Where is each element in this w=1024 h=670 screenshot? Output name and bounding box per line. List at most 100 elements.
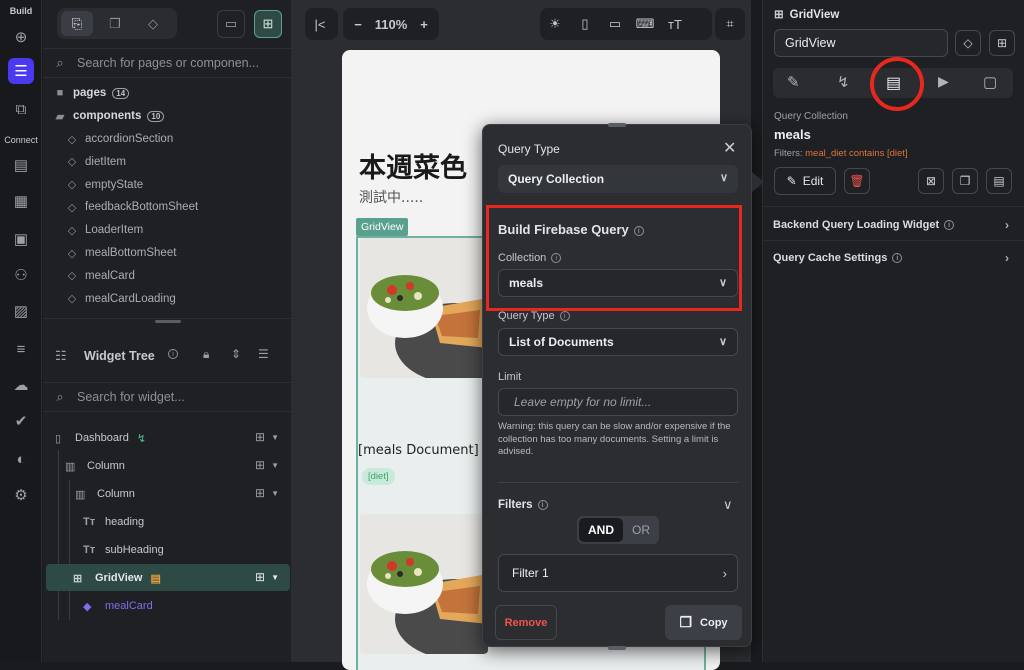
edit-query-button[interactable]: ✎ Edit: [774, 167, 836, 195]
theme-icon[interactable]: ◐: [8, 446, 34, 472]
caret-down-icon[interactable]: ▼: [271, 573, 279, 582]
add-child-icon[interactable]: ⊞: [255, 570, 265, 584]
remove-button[interactable]: Remove: [495, 605, 557, 640]
zoom-out-icon[interactable]: −: [343, 17, 373, 32]
pages-folder[interactable]: ■ pages 14: [51, 82, 130, 104]
media-icon[interactable]: ▨: [8, 298, 34, 324]
play-tab-icon[interactable]: ▶: [938, 73, 949, 90]
cloud-icon[interactable]: ☁: [8, 372, 34, 398]
delete-icon[interactable]: 🗑︎: [844, 168, 870, 194]
component-item[interactable]: ◇ mealBottomSheet: [63, 242, 177, 264]
storage-icon[interactable]: ▣: [8, 226, 34, 252]
database-icon[interactable]: ▤: [8, 152, 34, 178]
node-label: GridView: [95, 572, 143, 584]
and-option[interactable]: AND: [579, 518, 623, 542]
filters-value: meal_diet contains [diet]: [805, 148, 908, 159]
backend-query-tab-icon[interactable]: ▤: [886, 73, 901, 93]
cache-settings-section[interactable]: Query Cache Settings i ›: [773, 246, 1013, 270]
phone-icon[interactable]: ▯: [570, 16, 600, 32]
diamond-icon[interactable]: ◇: [955, 30, 981, 56]
ai-agent-icon[interactable]: ✔: [8, 408, 34, 434]
properties-tab-icon[interactable]: ✎: [787, 73, 800, 91]
variable-icon[interactable]: ⊠: [918, 168, 944, 194]
page-search-input[interactable]: Search for pages or componen...: [77, 56, 259, 70]
settings-icon[interactable]: ⚙: [8, 482, 34, 508]
expand-icon[interactable]: ⇕: [231, 347, 241, 361]
add-page-icon[interactable]: ⊕: [8, 24, 34, 50]
page-heading[interactable]: 本週菜色: [359, 146, 467, 185]
lock-icon[interactable]: 🔒︎: [203, 347, 209, 362]
components-tab-icon[interactable]: ◇: [137, 11, 169, 36]
page-subheading[interactable]: 測試中.....: [359, 187, 423, 207]
text-scale-icon[interactable]: тT: [660, 17, 690, 32]
integrations-icon[interactable]: ⚇: [8, 262, 34, 288]
add-child-icon[interactable]: ⊞: [255, 486, 265, 500]
paste-query-icon[interactable]: ▤: [986, 168, 1012, 194]
copy-button[interactable]: ❐ Copy: [665, 605, 742, 640]
tree-node-column[interactable]: ▥ Column: [65, 453, 125, 479]
widget-tree-icon[interactable]: ☰: [8, 58, 34, 84]
collapse-panel-button[interactable]: |<: [305, 8, 338, 40]
resize-handle[interactable]: [155, 320, 181, 323]
component-item[interactable]: ◇ emptyState: [63, 174, 143, 196]
page-search[interactable]: ⌕ Search for pages or componen...: [43, 48, 291, 78]
backend-loading-section[interactable]: Backend Query Loading Widget i ›: [773, 213, 1013, 237]
widget-name-input[interactable]: GridView: [774, 29, 948, 57]
tree-node-gridview[interactable]: ⊞ GridView ▤: [73, 565, 161, 591]
info-icon: i: [163, 349, 178, 360]
tree-node-heading[interactable]: Tт heading: [83, 509, 144, 535]
sort-icon[interactable]: ☰: [258, 347, 269, 361]
caret-down-icon[interactable]: ▼: [271, 489, 279, 498]
add-child-icon[interactable]: ⊞: [255, 430, 265, 444]
zoom-in-icon[interactable]: +: [409, 17, 439, 32]
chevron-down-icon[interactable]: ∨: [723, 497, 733, 513]
collection-dropdown[interactable]: meals ∨: [498, 269, 738, 297]
components-icon[interactable]: ⧉: [8, 96, 34, 122]
new-folder-button[interactable]: ▭: [217, 10, 245, 38]
properties-panel: ⊞ GridView GridView ◇ ⊞ ✎ ↯ ▤ ▶ ▢ Query C…: [762, 0, 1024, 662]
query-type-dropdown[interactable]: Query Collection ∨: [498, 165, 738, 193]
caret-down-icon[interactable]: ▼: [271, 461, 279, 470]
add-page-button[interactable]: ⊞: [254, 10, 282, 38]
component-item[interactable]: ◇ mealCardLoading: [63, 288, 176, 310]
api-icon[interactable]: ▦: [8, 188, 34, 214]
pages-tab-icon[interactable]: ⎘: [61, 11, 93, 36]
collection-label-text: Collection: [498, 252, 547, 264]
keyboard-icon[interactable]: ⌨: [630, 16, 660, 32]
component-item[interactable]: ◇ mealCard: [63, 265, 135, 287]
list-type-dropdown[interactable]: List of Documents ∨: [498, 328, 738, 356]
drag-handle[interactable]: [608, 646, 626, 650]
light-mode-icon[interactable]: ☀: [540, 16, 570, 32]
component-item[interactable]: ◇ accordionSection: [63, 128, 173, 150]
component-label: mealBottomSheet: [85, 247, 177, 259]
info-icon: i: [944, 220, 955, 230]
tree-node-column-inner[interactable]: ▥ Column: [75, 481, 135, 507]
filter-item[interactable]: Filter 1 ›: [498, 554, 738, 592]
flow-button[interactable]: ⌗: [715, 8, 745, 40]
layers-tab-icon[interactable]: ❐: [99, 11, 131, 36]
widget-type-text: GridView: [789, 9, 840, 21]
widget-search-input[interactable]: Search for widget...: [77, 390, 185, 404]
widget-search[interactable]: ⌕ Search for widget...: [43, 382, 291, 412]
caret-down-icon[interactable]: ▼: [271, 433, 279, 442]
actions-tab-icon[interactable]: ↯: [837, 73, 850, 91]
or-option[interactable]: OR: [625, 518, 657, 542]
tree-node-subheading[interactable]: Tт subHeading: [83, 537, 164, 563]
list-icon[interactable]: ≡: [8, 336, 34, 362]
components-folder[interactable]: ▰ components 10: [51, 105, 165, 127]
component-item[interactable]: ◇ dietItem: [63, 151, 126, 173]
add-note-tab-icon[interactable]: ▢: [983, 73, 997, 91]
limit-input[interactable]: Leave empty for no limit...: [498, 388, 738, 416]
drag-handle[interactable]: [608, 123, 626, 127]
tree-node-mealcard[interactable]: ◆ mealCard: [83, 593, 153, 619]
component-item[interactable]: ◇ feedbackBottomSheet: [63, 196, 198, 218]
component-label: accordionSection: [85, 133, 174, 145]
add-widget-icon[interactable]: ⊞: [989, 30, 1015, 56]
copy-query-icon[interactable]: ❐: [952, 168, 978, 194]
component-item[interactable]: ◇ LoaderItem: [63, 219, 143, 241]
gridview-tag: GridView: [356, 218, 409, 236]
tree-node-dashboard[interactable]: ▯ Dashboard ↯: [55, 425, 146, 451]
tablet-icon[interactable]: ▭: [600, 16, 630, 32]
close-icon[interactable]: ✕: [723, 138, 736, 158]
add-child-icon[interactable]: ⊞: [255, 458, 265, 472]
